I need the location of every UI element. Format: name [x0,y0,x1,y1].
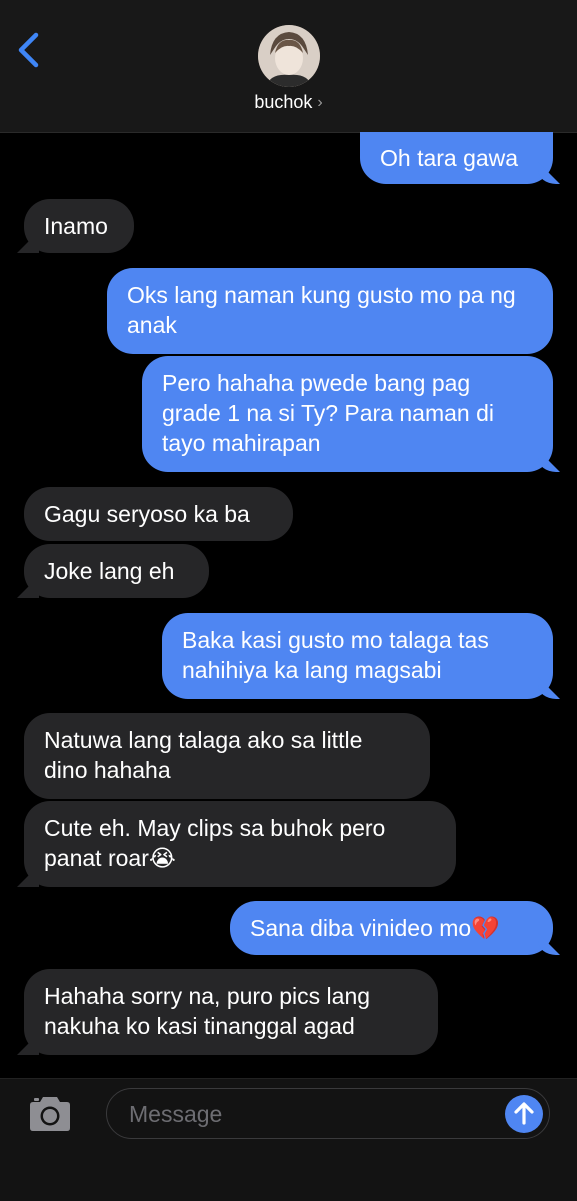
camera-button[interactable] [26,1095,74,1133]
contact-name: buchok [254,92,313,112]
message-bubble-incoming[interactable]: Natuwa lang talaga ako sa little dino ha… [24,713,430,799]
contact-name-button[interactable]: buchok › [0,92,577,113]
message-field[interactable] [106,1088,550,1139]
message-text: Natuwa lang talaga ako sa little dino ha… [44,727,363,783]
camera-icon [30,1097,70,1131]
send-button[interactable] [505,1095,543,1133]
message-text: Oks lang naman kung gusto mo pa ng anak [127,282,516,338]
message-bubble-incoming[interactable]: Hahaha sorry na, puro pics lang nakuha k… [24,969,438,1055]
message-bubble-outgoing[interactable]: Oh tara gawa [360,132,553,184]
avatar[interactable] [258,25,320,87]
back-button[interactable] [14,30,48,70]
message-bubble-incoming[interactable]: Gagu seryoso ka ba [24,487,293,541]
message-text: Oh tara gawa [380,145,519,171]
chevron-left-icon [18,32,39,68]
message-bubble-outgoing[interactable]: Pero hahaha pwede bang pag grade 1 na si… [142,356,553,472]
message-bubble-incoming[interactable]: Cute eh. May clips sa buhok pero panat r… [24,801,456,887]
message-text: Hahaha sorry na, puro pics lang nakuha k… [44,983,371,1039]
composer-bar [0,1078,577,1201]
message-bubble-incoming[interactable]: Joke lang eh [24,544,209,598]
chevron-right-icon: › [317,94,323,111]
conversation-header: buchok › [0,0,577,133]
contact-photo-icon [258,25,320,87]
message-input[interactable] [127,1097,501,1131]
arrow-up-icon [514,1102,534,1125]
message-bubble-outgoing[interactable]: Baka kasi gusto mo talaga tas nahihiya k… [162,613,553,699]
message-bubble-incoming[interactable]: Inamo [24,199,134,253]
message-text: Cute eh. May clips sa buhok pero panat r… [44,815,386,871]
message-text: Sana diba vinideo mo💔 [250,915,500,941]
message-text: Pero hahaha pwede bang pag grade 1 na si… [162,370,495,456]
message-bubble-outgoing[interactable]: Oks lang naman kung gusto mo pa ng anak [107,268,553,354]
message-text: Baka kasi gusto mo talaga tas nahihiya k… [182,627,489,683]
message-bubble-outgoing[interactable]: Sana diba vinideo mo💔 [230,901,553,955]
message-text: Gagu seryoso ka ba [44,501,250,527]
message-text: Inamo [44,213,108,239]
message-text: Joke lang eh [44,558,175,584]
